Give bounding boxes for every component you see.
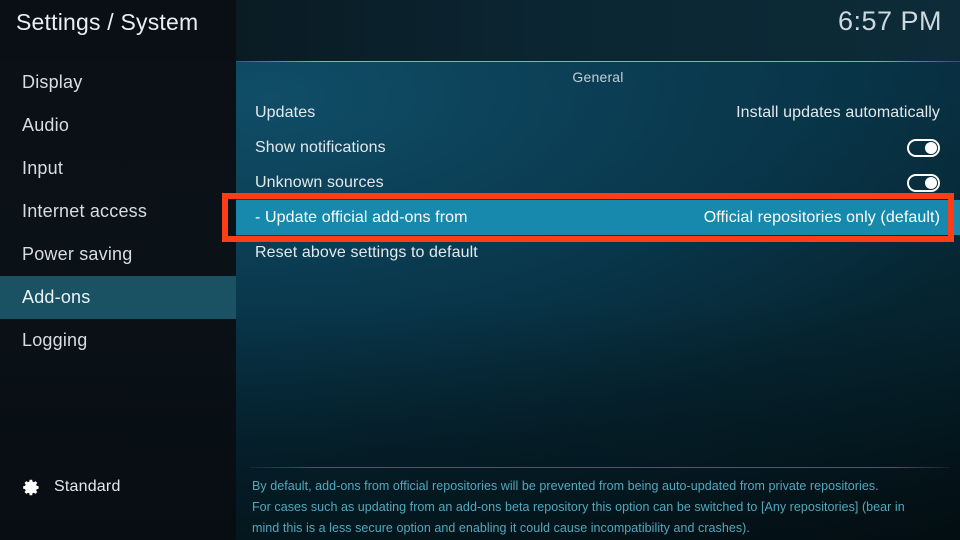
sidebar-item-label: Logging <box>22 330 88 350</box>
setting-label: Reset above settings to default <box>255 243 478 261</box>
description-line-2: For cases such as updating from an add-o… <box>252 500 905 514</box>
sidebar-item-input[interactable]: Input <box>0 147 236 190</box>
toggle-knob <box>925 141 937 154</box>
sidebar-item-display[interactable]: Display <box>0 61 236 104</box>
settings-content: General Updates Install updates automati… <box>236 62 960 467</box>
sidebar-item-label: Input <box>22 158 64 178</box>
unknown-sources-toggle[interactable] <box>907 173 940 192</box>
show-notifications-toggle[interactable] <box>907 138 940 157</box>
settings-level-label: Standard <box>54 478 121 495</box>
settings-level-selector[interactable]: Standard <box>0 474 121 500</box>
description-divider <box>250 467 950 468</box>
sidebar-item-label: Internet access <box>22 201 148 221</box>
setting-label: Updates <box>255 103 316 121</box>
setting-value: Official repositories only (default) <box>703 208 940 226</box>
setting-row-update-official-add-ons-from[interactable]: - Update official add-ons from Official … <box>236 200 960 235</box>
sidebar-item-add-ons[interactable]: Add-ons <box>0 276 236 319</box>
description-line-3: mind this is a less secure option and en… <box>252 521 750 535</box>
page-title: Settings / System <box>16 9 199 35</box>
settings-row-list: Updates Install updates automatically Sh… <box>236 95 960 270</box>
sidebar-item-label: Add-ons <box>22 287 91 307</box>
sidebar-item-logging[interactable]: Logging <box>0 319 236 362</box>
setting-row-show-notifications[interactable]: Show notifications <box>236 130 960 165</box>
toggle-knob <box>925 176 937 189</box>
setting-label: - Update official add-ons from <box>255 208 468 226</box>
group-header-general: General <box>572 69 624 85</box>
clock: 6:57 PM <box>837 6 942 36</box>
kodi-settings-screen: Settings / System 6:57 PM Display Audio … <box>0 0 960 540</box>
gear-icon <box>22 478 41 497</box>
description-line-1: By default, add-ons from official reposi… <box>252 479 879 493</box>
sidebar-nav: Display Audio Input Internet access Powe… <box>0 61 236 540</box>
sidebar-item-label: Audio <box>22 115 70 135</box>
sidebar-item-label: Display <box>22 72 83 92</box>
setting-row-unknown-sources[interactable]: Unknown sources <box>236 165 960 200</box>
setting-row-reset-above-settings[interactable]: Reset above settings to default <box>236 235 960 270</box>
setting-value: Install updates automatically <box>736 103 940 121</box>
setting-row-updates[interactable]: Updates Install updates automatically <box>236 95 960 130</box>
sidebar-item-audio[interactable]: Audio <box>0 104 236 147</box>
setting-label: Unknown sources <box>255 173 384 191</box>
sidebar-item-power-saving[interactable]: Power saving <box>0 233 236 276</box>
setting-description: By default, add-ons from official reposi… <box>252 476 942 539</box>
sidebar-item-label: Power saving <box>22 244 133 264</box>
sidebar-item-internet-access[interactable]: Internet access <box>0 190 236 233</box>
setting-label: Show notifications <box>255 138 386 156</box>
